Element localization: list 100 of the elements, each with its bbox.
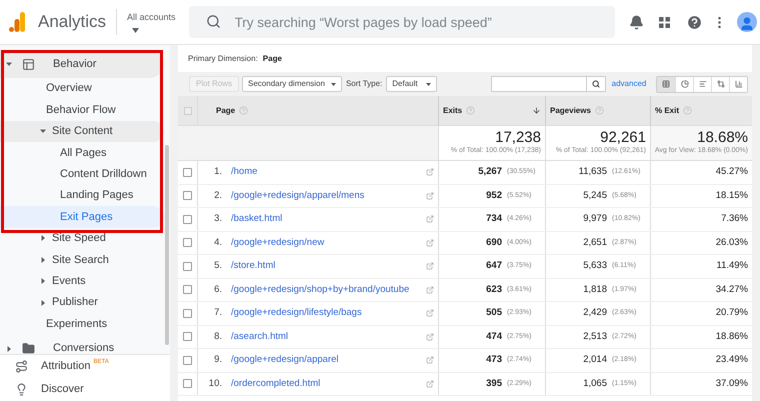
primary-dimension-value[interactable]: Page <box>262 52 282 64</box>
row-number: 1. <box>213 165 222 180</box>
search-field[interactable]: Try searching “Worst pages by load speed” <box>188 6 615 38</box>
nav-item[interactable]: All Pages <box>0 142 164 164</box>
nav-item[interactable]: Site Content <box>0 120 164 142</box>
exits-value: 395 <box>486 376 502 391</box>
secondary-dimension-dropdown[interactable]: Secondary dimension <box>242 76 342 92</box>
external-link-icon[interactable] <box>426 192 434 200</box>
external-link-icon[interactable] <box>426 380 434 388</box>
view-toggle[interactable] <box>657 76 676 92</box>
apps-grid-icon[interactable] <box>658 16 670 28</box>
account-selector[interactable]: All accounts <box>127 10 176 34</box>
pageviews-value: 2,513 <box>583 330 607 344</box>
page-link[interactable]: /home <box>231 165 258 180</box>
notification-icon[interactable] <box>628 14 644 30</box>
nav-item[interactable]: Content Drilldown <box>0 164 164 185</box>
pageviews-value: 2,429 <box>583 306 607 320</box>
checkbox[interactable] <box>183 285 192 294</box>
nav-item[interactable]: Overview <box>0 78 164 100</box>
page-link[interactable]: /google+redesign/lifestyle/bags <box>231 306 362 320</box>
checkbox[interactable] <box>183 332 192 342</box>
nav-item[interactable]: Discover <box>0 378 170 401</box>
external-link-icon[interactable] <box>426 286 434 294</box>
pageviews-value: 11,635 <box>578 165 607 180</box>
row-number: 3. <box>213 212 222 226</box>
nav-item[interactable]: Conversions <box>0 334 164 354</box>
sort-type-dropdown[interactable]: Default <box>386 76 437 92</box>
view-toggle[interactable] <box>729 76 748 92</box>
lightbulb-icon <box>15 383 28 396</box>
external-link-icon[interactable] <box>426 309 434 318</box>
checkbox[interactable] <box>183 214 192 224</box>
exits-value: 473 <box>486 353 502 368</box>
external-link-icon[interactable] <box>426 356 434 364</box>
pageviews-value: 2,014 <box>583 353 607 368</box>
bars-icon <box>698 80 707 88</box>
pageviews-value: 5,245 <box>583 188 607 203</box>
page-link[interactable]: /store.html <box>231 259 276 274</box>
row-number: 2. <box>213 188 222 203</box>
scrollbar-thumb[interactable] <box>165 145 169 345</box>
page-link[interactable]: /google+redesign/apparel <box>231 353 338 368</box>
exit-rate-value: 7.36% <box>721 212 748 226</box>
page-link[interactable]: /google+redesign/new <box>231 236 324 250</box>
layout-icon <box>22 58 35 70</box>
row-number: 7. <box>213 306 222 320</box>
column-header[interactable]: Exits <box>438 96 545 125</box>
nav-item[interactable]: Behavior Flow <box>0 99 164 121</box>
search-icon <box>206 14 221 29</box>
caret-down-icon <box>6 61 12 67</box>
nav-label: Attribution <box>41 359 91 374</box>
checkbox[interactable] <box>183 356 192 365</box>
table-search-field[interactable] <box>490 76 587 92</box>
exits-value: 474 <box>486 330 502 344</box>
exit-rate-value: 34.27% <box>716 282 748 297</box>
checkbox[interactable] <box>183 308 192 318</box>
caret-down-icon <box>40 128 46 134</box>
exits-value: 647 <box>486 259 502 274</box>
exits-value: 690 <box>486 236 502 250</box>
checkbox[interactable] <box>183 191 192 200</box>
app-name: Analytics <box>38 11 106 34</box>
nav-item[interactable]: Landing Pages <box>0 184 164 206</box>
checkbox[interactable] <box>183 379 192 388</box>
checkbox[interactable] <box>183 238 192 248</box>
checkbox[interactable] <box>184 106 192 114</box>
exit-rate-value: 45.27% <box>716 165 748 180</box>
search-button[interactable] <box>586 76 606 92</box>
external-link-icon[interactable] <box>426 215 434 224</box>
column-header[interactable]: Pageviews <box>545 96 650 125</box>
column-header[interactable]: Page <box>198 96 438 125</box>
advanced-link[interactable]: advanced <box>612 78 646 90</box>
nav-item[interactable]: Exit Pages <box>0 206 164 228</box>
checkbox[interactable] <box>183 262 192 271</box>
external-link-icon[interactable] <box>426 332 434 341</box>
caret-right-icon <box>6 346 12 352</box>
caret-right-icon <box>40 235 46 242</box>
caret-down-icon <box>330 82 336 86</box>
exits-value: 505 <box>486 306 502 320</box>
external-link-icon[interactable] <box>426 168 434 176</box>
external-link-icon[interactable] <box>426 262 434 270</box>
page-link[interactable]: /google+redesign/shop+by+brand/youtube <box>231 282 410 297</box>
avatar[interactable] <box>736 12 757 32</box>
page-link[interactable]: /asearch.html <box>231 330 288 344</box>
caret-right-icon <box>40 278 46 284</box>
caret-down-icon <box>132 28 140 34</box>
exit-rate-value: 20.79% <box>716 306 748 320</box>
comparison-icon <box>716 80 725 88</box>
page-link[interactable]: /ordercompleted.html <box>231 376 320 391</box>
nav-item[interactable]: Site Speed <box>0 228 164 250</box>
column-header[interactable]: % Exit <box>650 96 752 125</box>
external-link-icon[interactable] <box>426 238 434 247</box>
nav-item[interactable]: Experiments <box>0 313 164 335</box>
nav-item[interactable]: Events <box>0 270 164 292</box>
nav-item[interactable]: Publisher <box>0 292 164 314</box>
checkbox[interactable] <box>183 168 192 177</box>
exits-value: 952 <box>486 188 502 203</box>
row-number: 10. <box>208 376 222 391</box>
exit-rate-value: 23.49% <box>716 353 748 368</box>
page-link[interactable]: /google+redesign/apparel/mens <box>231 188 364 203</box>
page-link[interactable]: /basket.html <box>231 212 282 226</box>
analytics-logo-icon <box>9 12 25 32</box>
nav-item[interactable]: Site Search <box>0 249 164 271</box>
